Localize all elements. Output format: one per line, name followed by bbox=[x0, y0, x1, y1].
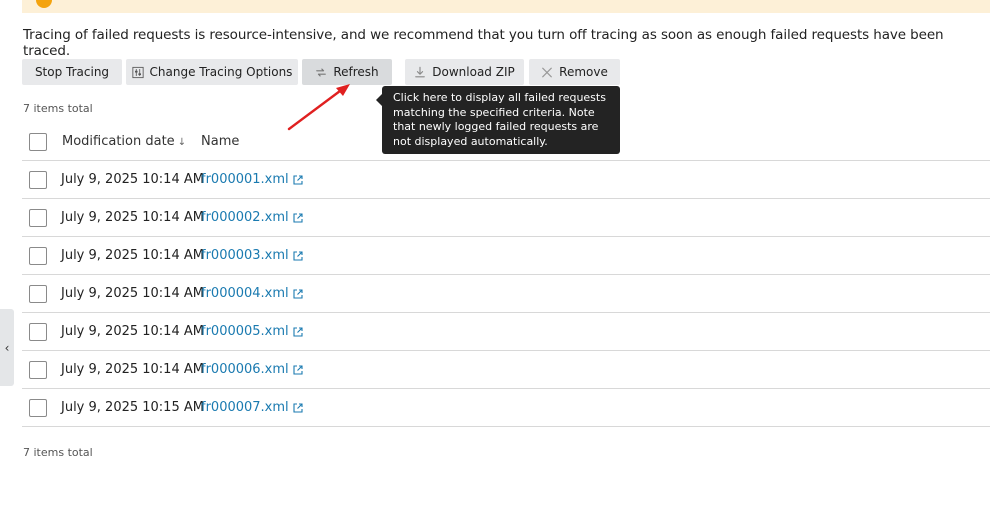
row-modification-date: July 9, 2025 10:14 AM bbox=[61, 286, 204, 301]
external-link-icon bbox=[293, 250, 303, 261]
warning-icon bbox=[36, 0, 52, 8]
row-file-link[interactable]: fr000004.xml bbox=[201, 286, 303, 301]
warning-banner bbox=[22, 0, 990, 13]
row-checkbox[interactable] bbox=[29, 322, 47, 341]
row-file-name: fr000005.xml bbox=[201, 324, 289, 339]
row-checkbox[interactable] bbox=[29, 284, 47, 303]
row-modification-date: July 9, 2025 10:14 AM bbox=[61, 248, 204, 263]
row-file-name: fr000001.xml bbox=[201, 172, 289, 187]
row-file-link[interactable]: fr000001.xml bbox=[201, 172, 303, 187]
row-modification-date: July 9, 2025 10:14 AM bbox=[61, 324, 204, 339]
remove-x-icon bbox=[541, 66, 553, 78]
remove-label: Remove bbox=[559, 65, 608, 79]
change-tracing-options-button[interactable]: Change Tracing Options bbox=[126, 59, 298, 85]
modification-date-header-label: Modification date bbox=[62, 134, 175, 149]
external-link-icon bbox=[293, 174, 303, 185]
tracing-intro-text: Tracing of failed requests is resource-i… bbox=[23, 27, 944, 59]
name-header[interactable]: Name bbox=[201, 134, 239, 149]
table-row: July 9, 2025 10:15 AM fr000007.xml bbox=[22, 389, 990, 427]
download-zip-button[interactable]: Download ZIP bbox=[405, 59, 524, 85]
external-link-icon bbox=[293, 288, 303, 299]
chevron-left-icon: ‹ bbox=[4, 340, 10, 355]
row-modification-date: July 9, 2025 10:14 AM bbox=[61, 172, 204, 187]
row-file-link[interactable]: fr000007.xml bbox=[201, 400, 303, 415]
stop-tracing-button[interactable]: Stop Tracing bbox=[22, 59, 122, 85]
table-row: July 9, 2025 10:14 AM fr000001.xml bbox=[22, 161, 990, 199]
select-all-checkbox[interactable] bbox=[29, 132, 47, 151]
change-tracing-options-label: Change Tracing Options bbox=[149, 65, 293, 79]
row-file-name: fr000006.xml bbox=[201, 362, 289, 377]
row-file-name: fr000007.xml bbox=[201, 400, 289, 415]
row-modification-date: July 9, 2025 10:14 AM bbox=[61, 210, 204, 225]
row-checkbox[interactable] bbox=[29, 208, 47, 227]
refresh-icon bbox=[315, 66, 327, 78]
external-link-icon bbox=[293, 326, 303, 337]
row-file-link[interactable]: fr000005.xml bbox=[201, 324, 303, 339]
download-zip-label: Download ZIP bbox=[432, 65, 515, 79]
stop-tracing-label: Stop Tracing bbox=[34, 65, 110, 79]
table-row: July 9, 2025 10:14 AM fr000004.xml bbox=[22, 275, 990, 313]
row-file-name: fr000002.xml bbox=[201, 210, 289, 225]
refresh-label: Refresh bbox=[333, 65, 379, 79]
row-file-link[interactable]: fr000002.xml bbox=[201, 210, 303, 225]
row-file-link[interactable]: fr000006.xml bbox=[201, 362, 303, 377]
sidebar-collapse-handle[interactable]: ‹ bbox=[0, 309, 14, 386]
settings-sliders-icon bbox=[131, 66, 144, 78]
download-icon bbox=[414, 66, 426, 78]
items-total-top: 7 items total bbox=[23, 102, 93, 115]
external-link-icon bbox=[293, 364, 303, 375]
row-file-link[interactable]: fr000003.xml bbox=[201, 248, 303, 263]
row-checkbox[interactable] bbox=[29, 360, 47, 379]
table-row: July 9, 2025 10:14 AM fr000005.xml bbox=[22, 313, 990, 351]
row-modification-date: July 9, 2025 10:15 AM bbox=[61, 400, 204, 415]
external-link-icon bbox=[293, 212, 303, 223]
remove-button[interactable]: Remove bbox=[529, 59, 620, 85]
row-checkbox[interactable] bbox=[29, 246, 47, 265]
table-row: July 9, 2025 10:14 AM fr000003.xml bbox=[22, 237, 990, 275]
row-checkbox[interactable] bbox=[29, 170, 47, 189]
row-file-name: fr000003.xml bbox=[201, 248, 289, 263]
modification-date-header[interactable]: Modification date ↓ bbox=[62, 134, 186, 149]
row-modification-date: July 9, 2025 10:14 AM bbox=[61, 362, 204, 377]
row-checkbox[interactable] bbox=[29, 398, 47, 417]
sort-arrow-icon: ↓ bbox=[177, 137, 187, 148]
table-row: July 9, 2025 10:14 AM fr000002.xml bbox=[22, 199, 990, 237]
row-file-name: fr000004.xml bbox=[201, 286, 289, 301]
failed-requests-table: Modification date ↓ Name July 9, 2025 10:… bbox=[22, 123, 990, 427]
external-link-icon bbox=[293, 402, 303, 413]
table-header-row: Modification date ↓ Name bbox=[22, 123, 990, 161]
items-total-bottom: 7 items total bbox=[23, 446, 93, 459]
table-row: July 9, 2025 10:14 AM fr000006.xml bbox=[22, 351, 990, 389]
